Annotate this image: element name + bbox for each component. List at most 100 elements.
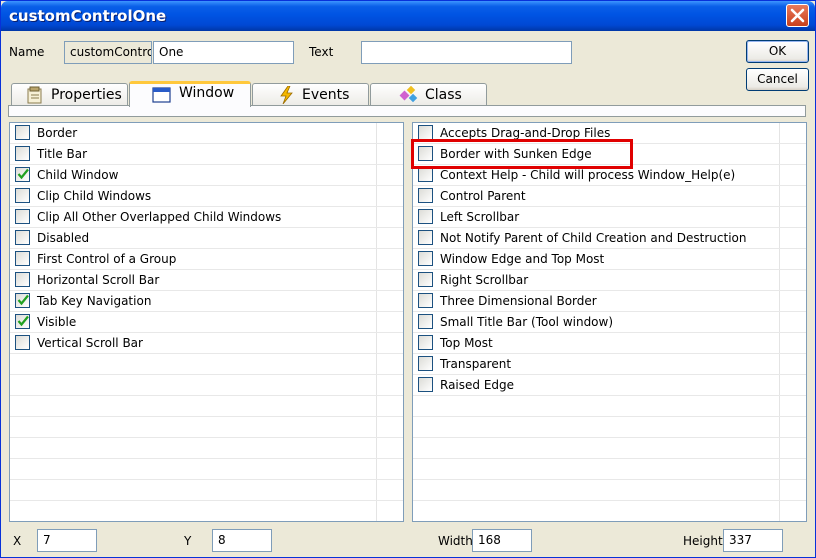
list-item[interactable]: Border [10,123,403,144]
x-field[interactable]: 7 [37,529,97,552]
width-label: Width [438,534,473,548]
list-item[interactable]: Small Title Bar (Tool window) [413,312,806,333]
tab-window-label: Window [179,85,235,101]
checkbox[interactable] [418,293,433,308]
title-bar[interactable]: customControlOne [1,1,815,31]
list-item [413,480,806,501]
list-item[interactable]: Horizontal Scroll Bar [10,270,403,291]
close-button[interactable] [786,4,809,27]
checkbox[interactable] [418,314,433,329]
list-item[interactable]: Window Edge and Top Most [413,249,806,270]
list-item [10,459,403,480]
list-item [413,417,806,438]
checkbox[interactable] [418,356,433,371]
y-field[interactable]: 8 [212,529,272,552]
window-styles-list-right[interactable]: Accepts Drag-and-Drop Files Border with S… [412,122,807,522]
window-styles-list-left[interactable]: Border Title Bar Child Window Clip Child Wi… [9,122,404,522]
window-title: customControlOne [9,7,167,25]
height-field[interactable]: 337 [723,529,783,552]
checkbox[interactable] [418,125,433,140]
option-label: Visible [37,315,77,329]
option-label: Three Dimensional Border [440,294,597,308]
list-item[interactable]: Child Window [10,165,403,186]
checkbox[interactable] [418,230,433,245]
class-icon [399,86,418,103]
list-item [10,438,403,459]
list-item[interactable]: Transparent [413,354,806,375]
list-item[interactable]: Not Notify Parent of Child Creation and … [413,228,806,249]
height-label: Height [683,534,723,548]
checkbox[interactable] [15,314,30,329]
checkbox[interactable] [15,146,30,161]
checkbox[interactable] [15,125,30,140]
option-label: Disabled [37,231,90,245]
list-item[interactable]: Vertical Scroll Bar [10,333,403,354]
window-icon [152,87,171,103]
list-item [413,396,806,417]
option-label: Context Help - Child will process Window… [440,168,736,182]
checkmark-icon [17,294,29,306]
text-field[interactable] [361,41,572,64]
option-label: Child Window [37,168,119,182]
tab-events-label: Events [302,87,350,103]
tab-class[interactable]: Class [370,83,487,106]
option-label: Window Edge and Top Most [440,252,605,266]
checkbox[interactable] [418,272,433,287]
text-label: Text [309,45,334,59]
list-item[interactable]: Right Scrollbar [413,270,806,291]
list-item[interactable]: Top Most [413,333,806,354]
checkbox[interactable] [15,209,30,224]
lightning-icon [280,86,293,104]
name-field[interactable]: One [153,41,294,64]
list-item[interactable]: First Control of a Group [10,249,403,270]
list-item [413,501,806,521]
checkbox[interactable] [15,188,30,203]
option-label: Control Parent [440,189,526,203]
list-item[interactable]: Visible [10,312,403,333]
list-item[interactable]: Three Dimensional Border [413,291,806,312]
tab-properties-label: Properties [51,87,122,103]
tab-window[interactable]: Window [129,81,251,107]
checkbox[interactable] [15,272,30,287]
list-item [10,480,403,501]
list-item[interactable]: Control Parent [413,186,806,207]
checkbox[interactable] [15,230,30,245]
cancel-button[interactable]: Cancel [746,68,809,91]
checkbox[interactable] [418,209,433,224]
option-label: Horizontal Scroll Bar [37,273,160,287]
tab-properties[interactable]: Properties [11,83,128,106]
highlight-box [411,139,633,169]
name-label: Name [9,45,45,59]
list-item[interactable]: Clip All Other Overlapped Child Windows [10,207,403,228]
checkbox[interactable] [418,335,433,350]
checkbox[interactable] [15,251,30,266]
option-label: Vertical Scroll Bar [37,336,143,350]
list-item[interactable]: Left Scrollbar [413,207,806,228]
list-item[interactable]: Title Bar [10,144,403,165]
tab-panel-top [8,105,806,117]
option-label: Clip All Other Overlapped Child Windows [37,210,282,224]
option-label: Left Scrollbar [440,210,520,224]
list-item[interactable]: Clip Child Windows [10,186,403,207]
ok-button[interactable]: OK [746,40,809,63]
list-item[interactable]: Tab Key Navigation [10,291,403,312]
option-label: Not Notify Parent of Child Creation and … [440,231,747,245]
list-item[interactable]: Raised Edge [413,375,806,396]
close-icon [790,8,805,23]
checkbox[interactable] [418,377,433,392]
checkbox[interactable] [418,251,433,266]
option-label: Top Most [440,336,493,350]
list-item [413,459,806,480]
checkbox[interactable] [15,167,30,182]
option-label: Raised Edge [440,378,515,392]
tab-events[interactable]: Events [252,83,369,106]
list-item [10,354,403,375]
checkbox[interactable] [418,167,433,182]
checkbox[interactable] [418,188,433,203]
width-field[interactable]: 168 [472,529,532,552]
checkmark-icon [17,168,29,180]
checkbox[interactable] [15,293,30,308]
list-item [10,417,403,438]
list-item[interactable]: Disabled [10,228,403,249]
checkbox[interactable] [15,335,30,350]
